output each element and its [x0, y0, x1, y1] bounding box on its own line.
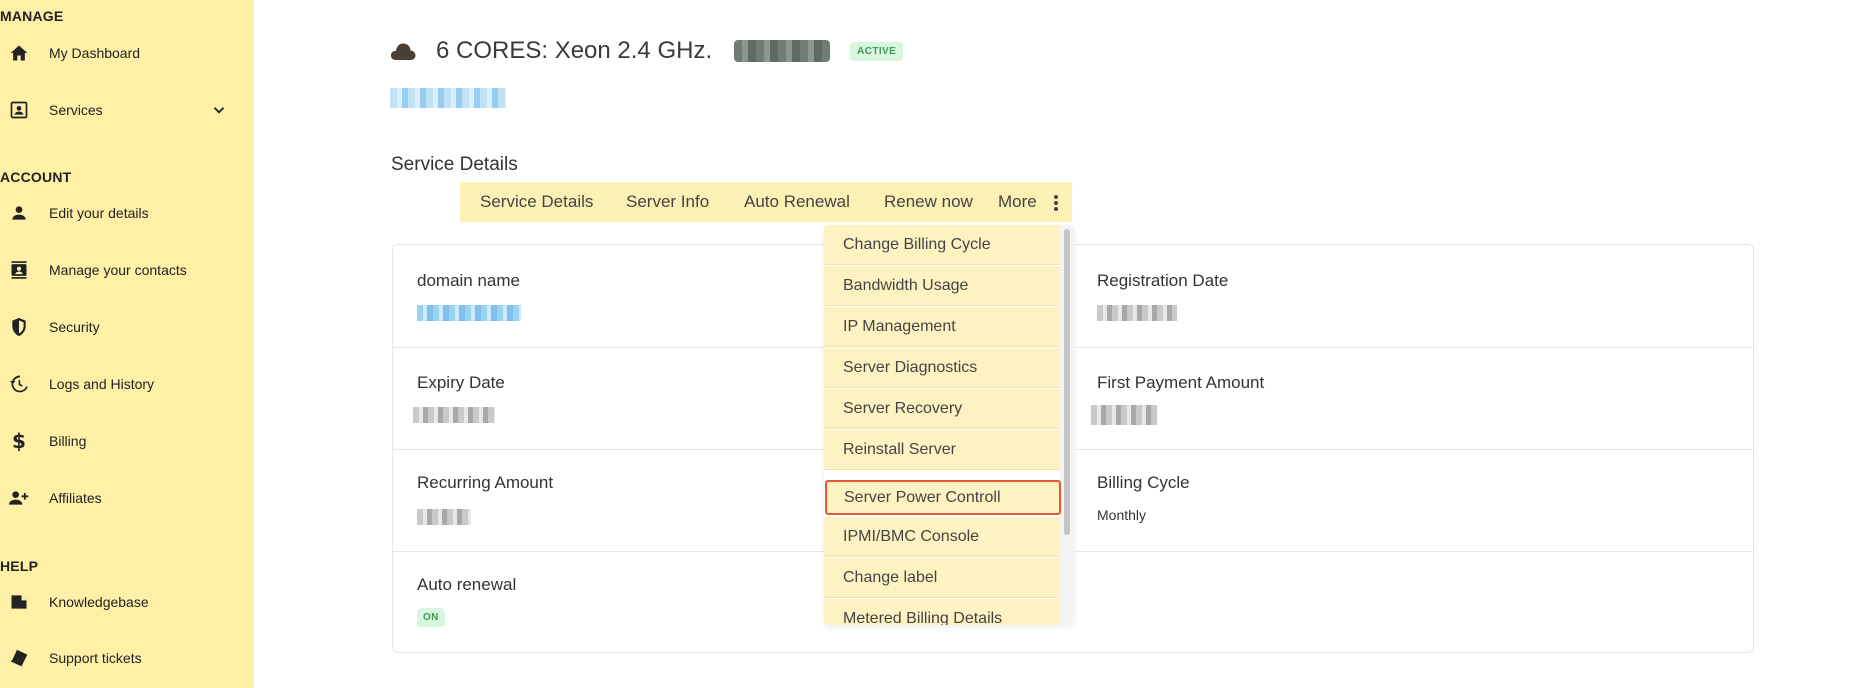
sidebar-item-affiliates[interactable]: Affiliates: [0, 476, 254, 520]
registration-date-label: Registration Date: [1097, 271, 1229, 290]
sidebar-item-label: Logs and History: [49, 376, 155, 392]
sidebar-item-label: Security: [49, 319, 100, 335]
service-tabs: Service Details Server Info Auto Renewal…: [460, 182, 1072, 222]
sidebar-item-label: Manage your contacts: [49, 262, 187, 278]
section-title: Service Details: [391, 154, 518, 175]
sidebar-item-label: Support tickets: [49, 650, 142, 666]
sidebar-item-label: Billing: [49, 433, 87, 449]
dollar-icon: $: [12, 429, 26, 453]
sidebar-item-logs[interactable]: Logs and History: [0, 362, 254, 406]
redacted-hostname: [734, 40, 831, 62]
redacted-expiry-date: [413, 407, 495, 423]
menu-item-ipmi-console[interactable]: IPMI/BMC Console: [824, 517, 1060, 557]
shield-icon: [8, 316, 30, 338]
ticket-icon: [8, 647, 30, 669]
contacts-icon: [8, 259, 30, 281]
home-icon: [8, 42, 30, 64]
sidebar-item-security[interactable]: Security: [0, 305, 254, 349]
menu-item-ip-management[interactable]: IP Management: [824, 307, 1060, 347]
sidebar-item-support[interactable]: Support tickets: [0, 636, 254, 680]
sidebar-item-billing[interactable]: $ Billing: [0, 419, 254, 463]
redacted-first-payment: [1091, 405, 1157, 425]
menu-item-server-power-control[interactable]: Server Power Controll: [825, 480, 1061, 515]
redacted-subtitle: [390, 88, 506, 108]
expiry-date-label: Expiry Date: [417, 373, 505, 392]
menu-item-metered-billing[interactable]: Metered Billing Details: [824, 599, 1060, 625]
sidebar-item-knowledgebase[interactable]: Knowledgebase: [0, 580, 254, 624]
sidebar: MANAGE My Dashboard Services ACCOUNT Edi…: [0, 0, 254, 688]
history-icon: [8, 373, 30, 395]
sidebar-item-edit-details[interactable]: Edit your details: [0, 191, 254, 235]
cloud-icon: [390, 41, 418, 61]
redacted-registration-date: [1097, 305, 1177, 321]
redacted-recurring-amount: [417, 509, 471, 525]
menu-item-reinstall-server[interactable]: Reinstall Server: [824, 430, 1060, 470]
page-title: 6 CORES: Xeon 2.4 GHz.: [436, 37, 713, 64]
status-badge: ACTIVE: [850, 41, 904, 61]
redacted-domain: [417, 305, 521, 321]
domain-name-label: domain name: [417, 271, 521, 290]
add-person-icon: [8, 487, 30, 509]
sidebar-item-services[interactable]: Services: [0, 88, 254, 132]
book-icon: [8, 591, 30, 613]
tab-server-info[interactable]: Server Info: [626, 192, 709, 212]
recurring-amount-label: Recurring Amount: [417, 473, 554, 492]
chevron-down-icon[interactable]: [210, 101, 228, 119]
person-icon: [8, 202, 30, 224]
sidebar-item-label: My Dashboard: [49, 45, 141, 61]
more-vertical-icon[interactable]: [1051, 194, 1061, 212]
sidebar-item-label: Edit your details: [49, 205, 149, 221]
sidebar-heading-help: HELP: [0, 558, 39, 574]
menu-item-bandwidth-usage[interactable]: Bandwidth Usage: [824, 266, 1060, 306]
menu-item-change-label[interactable]: Change label: [824, 558, 1060, 598]
tab-service-details[interactable]: Service Details: [480, 192, 593, 212]
service-header: 6 CORES: Xeon 2.4 GHz. ACTIVE: [390, 34, 904, 68]
billing-cycle-value: Monthly: [1097, 507, 1147, 523]
menu-item-server-diagnostics[interactable]: Server Diagnostics: [824, 348, 1060, 388]
sidebar-item-label: Affiliates: [49, 490, 102, 506]
sidebar-item-contacts[interactable]: Manage your contacts: [0, 248, 254, 292]
tab-more[interactable]: More: [998, 192, 1037, 212]
sidebar-item-label: Knowledgebase: [49, 594, 149, 610]
first-payment-label: First Payment Amount: [1097, 373, 1265, 392]
sidebar-item-label: Services: [49, 102, 103, 118]
auto-renewal-label: Auto renewal: [417, 575, 517, 594]
menu-item-change-billing-cycle[interactable]: Change Billing Cycle: [824, 225, 1060, 265]
portrait-icon: [8, 99, 30, 121]
auto-renewal-badge: ON: [417, 608, 445, 627]
sidebar-heading-account: ACCOUNT: [0, 169, 72, 185]
dropdown-scrollbar[interactable]: [1064, 229, 1070, 535]
sidebar-item-dashboard[interactable]: My Dashboard: [0, 31, 254, 75]
more-dropdown-menu: Change Billing Cycle Bandwidth Usage IP …: [824, 225, 1074, 625]
billing-cycle-label: Billing Cycle: [1097, 473, 1190, 492]
sidebar-heading-manage: MANAGE: [0, 8, 64, 24]
menu-item-server-recovery[interactable]: Server Recovery: [824, 389, 1060, 429]
tab-auto-renewal[interactable]: Auto Renewal: [744, 192, 850, 212]
tab-renew-now[interactable]: Renew now: [884, 192, 973, 212]
